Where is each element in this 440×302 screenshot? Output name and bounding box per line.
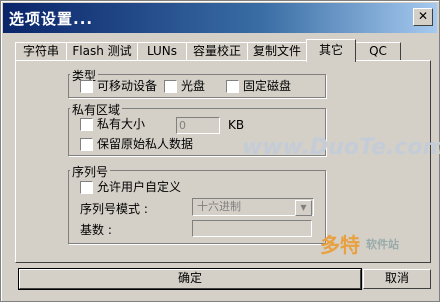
checkbox-box: [80, 118, 93, 131]
chevron-down-icon[interactable]: ▼: [295, 200, 312, 216]
removable-device-checkbox[interactable]: 可移动设备: [80, 79, 157, 93]
brand-watermark: 多特: [320, 233, 360, 257]
base-input[interactable]: [192, 220, 312, 237]
checkbox-box: [226, 80, 239, 93]
base-label: 基数 :: [80, 223, 112, 237]
title-bar[interactable]: 选项设置... ✕: [3, 3, 437, 33]
serial-mode-label: 序列号模式 :: [80, 202, 148, 216]
site-watermark: www.DuoTe.com: [242, 135, 440, 160]
cancel-button[interactable]: 取消: [363, 269, 431, 289]
private-size-checkbox[interactable]: 私有大小: [80, 117, 145, 131]
checkbox-box: [164, 80, 177, 93]
tab-capacity-correction[interactable]: 容量校正: [186, 42, 248, 62]
tab-luns[interactable]: LUNs: [137, 42, 187, 62]
checkbox-box: [80, 80, 93, 93]
tab-strings[interactable]: 字符串: [15, 42, 67, 62]
serial-mode-value: 十六进制: [197, 200, 241, 213]
private-size-input[interactable]: 0: [176, 117, 220, 134]
serial-mode-select[interactable]: 十六进制 ▼: [192, 198, 314, 216]
private-area-group-label: 私有区域: [70, 101, 123, 118]
optical-disk-checkbox[interactable]: 光盘: [164, 79, 205, 93]
allow-user-define-checkbox[interactable]: 允许用户自定义: [80, 180, 181, 194]
tab-qc[interactable]: QC: [355, 42, 401, 62]
tab-copy-files[interactable]: 复制文件: [247, 42, 307, 62]
checkbox-box: [80, 181, 93, 194]
brand-sub-watermark: 软件站: [366, 238, 399, 251]
keep-original-private-data-checkbox[interactable]: 保留原始私人数据: [80, 137, 193, 151]
private-size-unit: KB: [228, 118, 245, 132]
close-icon: ✕: [417, 9, 429, 23]
tab-other[interactable]: 其它: [306, 39, 356, 62]
tab-flash-test[interactable]: Flash 测试: [66, 42, 138, 62]
tab-panel-other: 类型 可移动设备 光盘 固定磁盘 私有区域 私有大小 0 KB 保留原始私人数据…: [15, 60, 440, 263]
close-button[interactable]: ✕: [413, 8, 433, 26]
window-title: 选项设置...: [9, 10, 94, 28]
checkbox-box: [80, 138, 93, 151]
options-dialog: 选项设置... ✕ 字符串 Flash 测试 LUNs 容量校正 复制文件 其它…: [0, 0, 440, 302]
serial-number-group-label: 序列号: [70, 163, 111, 180]
ok-button[interactable]: 确定: [18, 268, 362, 290]
fixed-disk-checkbox[interactable]: 固定磁盘: [226, 79, 291, 93]
